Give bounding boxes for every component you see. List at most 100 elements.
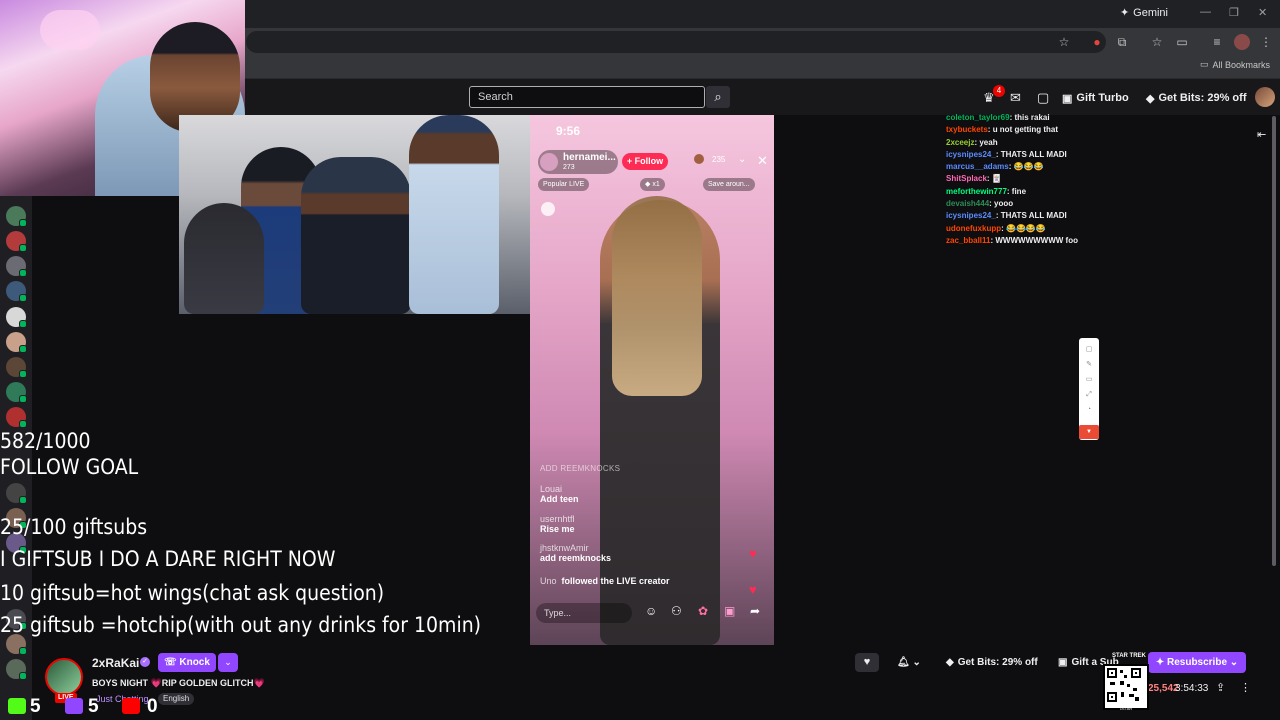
chat-username[interactable]: icysnipes24_ (946, 211, 996, 220)
chat-username[interactable]: txybuckets (946, 125, 988, 134)
get-bits-button[interactable]: ◆ Get Bits: 29% off (1146, 88, 1246, 108)
follow-event: Uno followed the LIVE creator (540, 576, 670, 586)
browser-menu-icon[interactable]: ⋮ (1258, 34, 1274, 50)
reading-list-icon[interactable]: ≡ (1209, 34, 1225, 50)
address-bar[interactable] (246, 31, 1106, 53)
resubscribe-button[interactable]: ✦ Resubscribe ⌄ (1148, 652, 1246, 673)
chat-text: this rakai (1014, 113, 1050, 122)
chat-message: devaish444: yooo (946, 199, 1014, 209)
share-icon[interactable]: ➦ (750, 604, 760, 618)
chat-username[interactable]: devaish444 (946, 199, 989, 208)
chat-username[interactable]: marcus__adams (946, 162, 1009, 171)
verified-icon: ✓ (140, 657, 150, 667)
chat-text: yooo (994, 199, 1014, 209)
live-comment-input[interactable]: Type... (536, 603, 632, 623)
chat-text: 😂😂😂😂 (1006, 223, 1046, 233)
chat-text: u not getting that (992, 125, 1059, 135)
extension-toggle[interactable]: ▼ (1079, 425, 1099, 439)
chat-text: 😂😂😂 (1013, 162, 1044, 172)
inbox-icon[interactable]: ✉ (1010, 90, 1021, 106)
followed-channel-avatar[interactable] (6, 483, 27, 504)
follow-host-button[interactable]: + Follow (622, 153, 668, 170)
tab-search-icon[interactable]: ▭ (1174, 34, 1190, 50)
knock-button[interactable]: ☏ Knock (158, 653, 216, 672)
emoji-icon[interactable]: ☺ (645, 604, 657, 618)
gift-icon: ▣ (1058, 657, 1068, 668)
chevron-down-icon[interactable]: ⌄ (738, 154, 746, 165)
star-outline-icon[interactable]: ☆ (1149, 34, 1165, 50)
host-avatar (540, 153, 558, 171)
all-bookmarks[interactable]: ▭ All Bookmarks (1200, 59, 1270, 70)
followed-channel-avatar[interactable] (6, 256, 27, 277)
followed-channel-avatar[interactable] (6, 332, 27, 353)
channel-name[interactable]: 2xRaKai (92, 656, 139, 670)
whispers-icon[interactable]: ▢ (1037, 90, 1049, 106)
twitch-icon (65, 698, 83, 714)
bits-icon: ◆ (1146, 92, 1155, 105)
chat-username[interactable]: zac_bball11 (946, 236, 990, 245)
followed-channel-avatar[interactable] (6, 357, 27, 378)
followed-channel-avatar[interactable] (6, 206, 27, 227)
search-icon[interactable]: ⌕ (706, 86, 730, 108)
maximize-icon[interactable]: ❐ (1229, 6, 1239, 19)
live-viewer-count: 235 (712, 155, 726, 164)
followed-channel-avatar[interactable] (6, 659, 27, 680)
live-comment: jhstknwAmir add reemknocks (540, 543, 612, 563)
gift-multiplier-chip[interactable]: ◆ x1 (640, 178, 665, 191)
sparkle-icon: ✦ (1119, 7, 1130, 19)
profile-avatar[interactable] (1234, 34, 1250, 50)
minimize-icon[interactable]: — (1200, 6, 1211, 18)
chat-username[interactable]: icysnipes24_ (946, 150, 996, 159)
bookmark-star-icon[interactable]: ☆ (1056, 34, 1072, 50)
collapse-chat-icon[interactable]: ⇤ (1257, 128, 1266, 141)
more-options-icon[interactable]: ⋮ (1240, 681, 1251, 694)
chat-username[interactable]: ShitSplack (946, 174, 987, 183)
chat-text: THATS ALL MADI (1000, 211, 1067, 221)
chat-text: fine (1011, 186, 1027, 196)
followed-channel-avatar[interactable] (6, 231, 27, 252)
stream-title: BOYS NIGHT 💗RIP GOLDEN GLITCH💗 (92, 678, 265, 688)
save-chip[interactable]: Save aroun... (703, 178, 755, 191)
live-comment: usernhtfl Rise me (540, 514, 575, 534)
chat-username[interactable]: meforthewin777 (946, 187, 1007, 196)
popular-live-chip[interactable]: Popular LIVE (538, 178, 590, 191)
gemini-button[interactable]: ✦ Gemini (1119, 6, 1168, 20)
chat-username[interactable]: udonefuxkupp (946, 224, 1001, 233)
chat-text: yeah (979, 137, 998, 147)
chat-scrollbar[interactable] (1272, 116, 1276, 566)
viewer-count: 25,542 (1148, 683, 1179, 694)
language-tag[interactable]: English (158, 693, 195, 705)
chat-username[interactable]: 2xceejz (946, 138, 974, 147)
bits-icon: ◆ (946, 657, 954, 668)
turbo-icon: ▣ (1062, 92, 1073, 105)
followed-channel-avatar[interactable] (6, 382, 27, 403)
youtube-icon (122, 698, 140, 714)
chat-username[interactable]: coleton_taylor69 (946, 113, 1010, 122)
gift-turbo-button[interactable]: ▣ Gift Turbo (1062, 88, 1129, 108)
giftsub-hotchip-text: 25 giftsub =hotchip(with out any drinks … (0, 613, 482, 637)
followed-channel-avatar[interactable] (6, 307, 27, 328)
close-window-icon[interactable]: ✕ (1258, 6, 1267, 19)
kick-count: 5 (30, 696, 41, 717)
extensions-icon[interactable]: ⧉ (1114, 34, 1130, 50)
search-input[interactable]: Search (469, 86, 705, 108)
heart-icon: ♥ (749, 546, 757, 561)
chat-message: zac_bball11: WWWWWWWWW foo (946, 235, 1078, 245)
followed-channel-avatar[interactable] (6, 634, 27, 655)
close-icon[interactable]: ✕ (757, 153, 768, 169)
heart-follow-icon[interactable]: ♥ (855, 653, 879, 672)
chevron-down-icon[interactable]: ⌄ (218, 653, 238, 672)
channel-avatar[interactable] (45, 658, 83, 696)
share-icon[interactable]: ⇪ (1216, 681, 1225, 694)
heart-icon: ♥ (749, 582, 757, 597)
user-avatar[interactable] (1255, 87, 1275, 107)
get-bits-button[interactable]: ◆ Get Bits: 29% off (946, 653, 1038, 672)
pinned-banner: ADD REEMKNOCKS (540, 464, 621, 473)
notifications-bell-icon[interactable]: 🔔︎ ⌄ (897, 653, 921, 672)
rose-icon[interactable]: ✿ (698, 604, 708, 618)
extension-record-icon[interactable]: ● (1089, 34, 1105, 50)
followed-channel-avatar[interactable] (6, 281, 27, 302)
followed-channel-avatar[interactable] (6, 407, 27, 428)
multi-guest-icon[interactable]: ⚇ (671, 604, 682, 618)
gift-icon[interactable]: ▣ (724, 604, 735, 618)
